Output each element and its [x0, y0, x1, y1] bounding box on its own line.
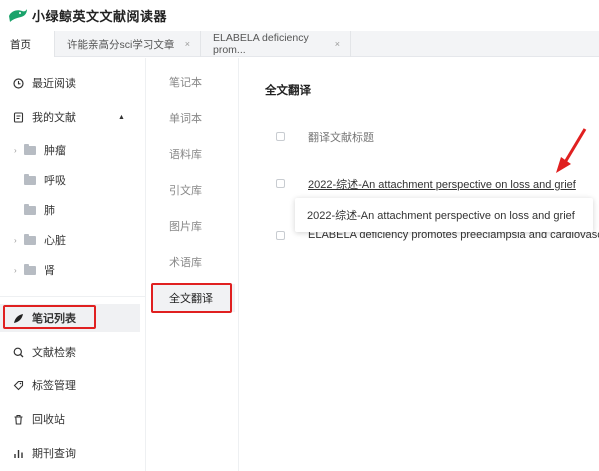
title-bar: 小绿鲸英文文献阅读器 [0, 0, 599, 30]
folder-icon [24, 233, 36, 245]
app-title: 小绿鲸英文文献阅读器 [32, 8, 168, 24]
folder-item[interactable]: › 心脏 [0, 227, 146, 253]
highlight-box [3, 305, 96, 329]
main-panel: 全文翻译 翻译文献标题 2022-综述-An attachment perspe… [240, 58, 599, 471]
category-notebook[interactable]: 笔记本 [147, 68, 239, 96]
folder-icon [24, 203, 36, 215]
sidebar: 最近阅读 我的文献 ▲ › 肿瘤 呼吸 肺 › 心脏 › 肾 笔记列表 文献检索… [0, 58, 146, 471]
translation-title-link[interactable]: 2022-综述-An attachment perspective on los… [308, 176, 576, 192]
sidebar-item-label: 期刊查询 [32, 448, 76, 460]
sidebar-item-my-docs[interactable]: 我的文献 ▲ [0, 103, 146, 131]
chevron-right-icon[interactable]: › [14, 146, 24, 155]
sidebar-item-recycle[interactable]: 回收站 [0, 405, 146, 433]
folder-icon [24, 173, 36, 185]
category-citations[interactable]: 引文库 [147, 176, 239, 204]
tab-label: 首页 [10, 38, 31, 51]
tab-label: ELABELA deficiency prom... [213, 32, 309, 56]
folder-icon [24, 143, 36, 155]
sidebar-item-journal-query[interactable]: 期刊查询 [0, 439, 146, 467]
folder-label: 肺 [44, 205, 55, 217]
row-checkbox[interactable] [276, 231, 285, 240]
bar-chart-icon [12, 447, 24, 459]
folder-label: 肾 [44, 265, 55, 277]
caret-up-icon[interactable]: ▲ [118, 114, 125, 121]
sidebar-item-recent[interactable]: 最近阅读 [0, 69, 146, 97]
chevron-right-icon[interactable]: › [14, 236, 24, 245]
sidebar-item-label: 标签管理 [32, 380, 76, 392]
tab-document-1[interactable]: 许能亲高分sci学习文章 × [55, 31, 201, 57]
folder-label: 呼吸 [44, 175, 66, 187]
folder-label: 肿瘤 [44, 145, 66, 157]
sidebar-item-label: 我的文献 [32, 112, 76, 124]
search-icon [12, 346, 24, 358]
app-logo-icon [8, 7, 28, 23]
sidebar-item-tag-manage[interactable]: 标签管理 [0, 371, 146, 399]
row-checkbox[interactable] [276, 179, 285, 188]
tab-home[interactable]: 首页 [0, 31, 55, 57]
select-all-checkbox[interactable] [276, 132, 285, 141]
title-tooltip: 2022-综述-An attachment perspective on los… [295, 198, 593, 232]
document-icon [12, 111, 24, 123]
column-header-title: 翻译文献标题 [308, 132, 374, 144]
sidebar-item-label: 文献检索 [32, 347, 76, 359]
notes-category-column: 笔记本 单词本 语料库 引文库 图片库 术语库 全文翻译 [147, 58, 239, 471]
page-title: 全文翻译 [265, 85, 311, 97]
folder-item[interactable]: › 肾 [0, 257, 146, 283]
tab-bar: 首页 许能亲高分sci学习文章 × ELABELA deficiency pro… [0, 31, 599, 57]
sidebar-divider [0, 296, 146, 297]
chevron-right-icon[interactable]: › [14, 266, 24, 275]
clock-icon [12, 77, 24, 89]
category-terms[interactable]: 术语库 [147, 248, 239, 276]
tab-label: 许能亲高分sci学习文章 [67, 38, 175, 51]
tag-icon [12, 379, 24, 391]
folder-item[interactable]: › 肿瘤 [0, 137, 146, 163]
category-wordbook[interactable]: 单词本 [147, 104, 239, 132]
sidebar-item-label: 回收站 [32, 414, 65, 426]
highlight-box [151, 283, 232, 313]
tab-document-2[interactable]: ELABELA deficiency prom... × [201, 31, 351, 57]
category-images[interactable]: 图片库 [147, 212, 239, 240]
folder-item[interactable]: 呼吸 [0, 167, 146, 193]
sidebar-item-label: 最近阅读 [32, 78, 76, 90]
folder-item[interactable]: 肺 [0, 197, 146, 223]
trash-icon [12, 413, 24, 425]
close-icon[interactable]: × [177, 39, 190, 49]
close-icon[interactable]: × [329, 39, 340, 49]
category-corpus[interactable]: 语料库 [147, 140, 239, 168]
folder-label: 心脏 [44, 235, 66, 247]
folder-icon [24, 263, 36, 275]
sidebar-item-doc-search[interactable]: 文献检索 [0, 338, 146, 366]
red-arrow-annotation [556, 128, 587, 173]
